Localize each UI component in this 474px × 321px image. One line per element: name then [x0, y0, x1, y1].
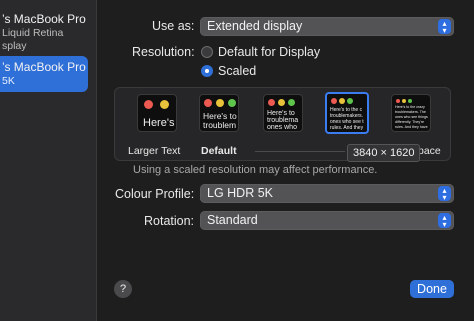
default-label: Default [201, 145, 237, 157]
radio-scaled[interactable] [201, 65, 213, 77]
zoom-dot-icon [347, 98, 353, 104]
sidebar-item-builtin-display[interactable]: ’s MacBook Pro Liquid Retina splay [0, 12, 88, 53]
close-dot-icon [331, 98, 337, 104]
use-as-value: Extended display [207, 19, 303, 33]
close-dot-icon [268, 99, 275, 106]
rotation-value: Standard [207, 213, 258, 227]
scale-preview-text: troublem [203, 120, 237, 130]
zoom-dot-icon [408, 99, 412, 103]
radio-scaled-label: Scaled [218, 64, 257, 78]
scale-option-4-selected[interactable]: Here's to the c troublemakers. ones who … [325, 92, 369, 134]
close-dot-icon [144, 100, 153, 109]
scale-preview-text: rules. And they [330, 125, 364, 131]
scale-option-default[interactable]: Here's to troublem [199, 94, 239, 132]
sidebar-item-subtitle: Liquid Retina [2, 27, 64, 39]
chevron-updown-icon: ▴ ▾ [438, 186, 451, 202]
close-dot-icon [204, 99, 212, 107]
resolution-tooltip: 3840 × 1620 [347, 144, 421, 162]
performance-note: Using a scaled resolution may affect per… [133, 164, 378, 176]
sidebar-item-external-display[interactable]: ’s MacBook Pro 5K [0, 56, 88, 92]
colour-profile-label: Colour Profile: [115, 187, 195, 201]
rotation-popup[interactable]: Standard ▴ ▾ [200, 211, 454, 230]
rotation-label: Rotation: [144, 214, 195, 228]
scale-preview-text: Here's [143, 117, 175, 129]
minimize-dot-icon [402, 99, 406, 103]
minimize-dot-icon [278, 99, 285, 106]
display-settings-pane: Use as: Extended display ▴ ▾ Resolution: … [97, 0, 474, 321]
zoom-dot-icon [228, 99, 236, 107]
sidebar-item-title: ’s MacBook Pro [2, 12, 86, 26]
radio-default-for-display[interactable] [201, 46, 213, 58]
minimize-dot-icon [339, 98, 345, 104]
scale-option-3[interactable]: Here's to troublema ones who [263, 94, 303, 132]
chevron-updown-icon: ▴ ▾ [438, 213, 451, 229]
zoom-dot-icon [288, 99, 295, 106]
sidebar-item-title: ’s MacBook Pro [2, 60, 86, 74]
colour-profile-popup[interactable]: LG HDR 5K ▴ ▾ [200, 184, 454, 203]
sidebar: ’s MacBook Pro Liquid Retina splay ’s Ma… [0, 0, 97, 321]
minimize-dot-icon [160, 100, 169, 109]
use-as-popup[interactable]: Extended display ▴ ▾ [200, 17, 454, 36]
scale-option-larger-text[interactable]: Here's [137, 94, 177, 132]
colour-profile-value: LG HDR 5K [207, 186, 273, 200]
close-dot-icon [396, 99, 400, 103]
chevron-updown-icon: ▴ ▾ [438, 19, 451, 35]
sidebar-item-subtitle-2: splay [2, 40, 27, 52]
sidebar-item-subtitle: 5K [2, 75, 15, 87]
minimize-dot-icon [216, 99, 224, 107]
use-as-label: Use as: [152, 19, 195, 33]
scale-track [255, 151, 345, 152]
scale-preview-text: ones who [267, 124, 297, 131]
scale-preview-text: rules. And they have [395, 125, 428, 129]
help-button[interactable]: ? [114, 280, 132, 298]
more-space-label: pace [418, 145, 441, 157]
radio-default-label: Default for Display [218, 45, 321, 59]
scale-option-more-space[interactable]: Here's to the crazy troublemakers. The o… [391, 94, 431, 132]
larger-text-label: Larger Text [128, 145, 181, 157]
done-button[interactable]: Done [410, 280, 454, 298]
resolution-label: Resolution: [132, 45, 195, 59]
